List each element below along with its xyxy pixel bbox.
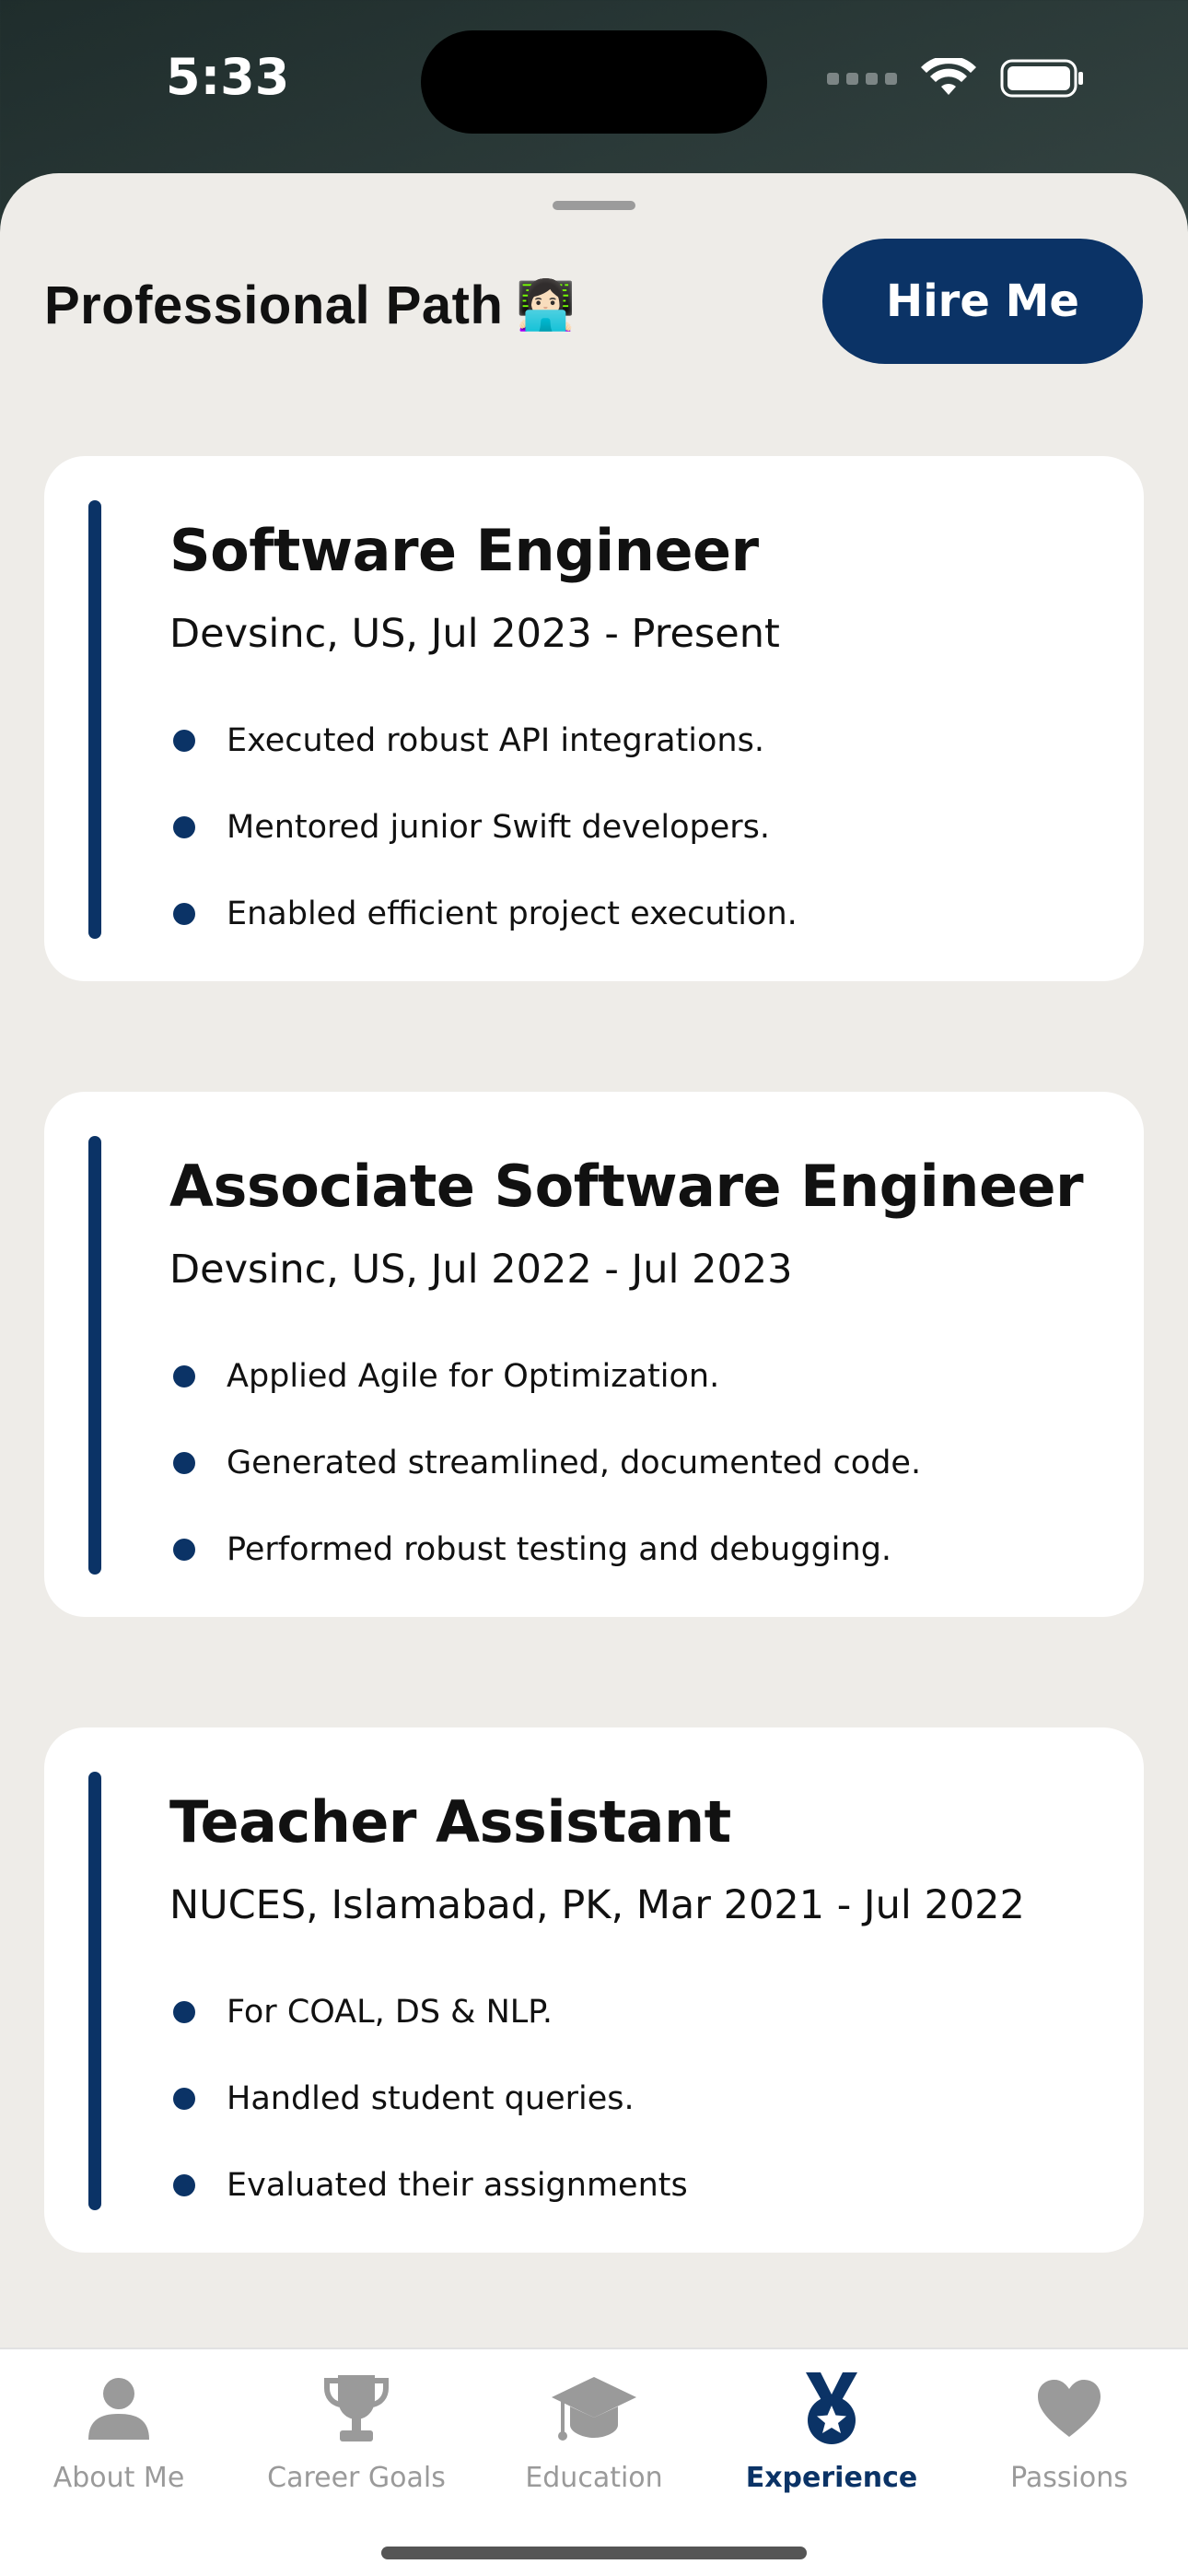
- experience-points: Executed robust API integrations. Mentor…: [169, 697, 798, 957]
- experience-points: Applied Agile for Optimization. Generate…: [169, 1333, 921, 1593]
- list-item-text: Evaluated their assignments: [227, 2167, 688, 2204]
- trophy-icon: [323, 2368, 390, 2449]
- list-item: Executed robust API integrations.: [169, 697, 798, 784]
- status-bar: 5:33: [0, 0, 1188, 166]
- card-accent-bar: [88, 1772, 101, 2210]
- list-item-text: Performed robust testing and debugging.: [227, 1531, 892, 1568]
- tab-label: Experience: [745, 2462, 918, 2494]
- heart-icon: [1036, 2368, 1102, 2449]
- home-indicator[interactable]: [381, 2547, 807, 2559]
- tab-experience[interactable]: Experience: [713, 2368, 950, 2506]
- cellular-signal-icon: [827, 72, 897, 85]
- bullet-icon: [173, 2001, 195, 2023]
- sheet-grabber[interactable]: [553, 201, 635, 210]
- experience-sheet: Professional Path 👩🏻‍💻 Hire Me Software …: [0, 173, 1188, 2576]
- experience-meta: Devsinc, US, Jul 2023 - Present: [169, 611, 780, 657]
- wifi-icon: [921, 58, 976, 95]
- list-item: Mentored junior Swift developers.: [169, 784, 798, 871]
- list-item-text: Enabled efficient project execution.: [227, 896, 798, 932]
- tab-education[interactable]: Education: [475, 2368, 713, 2506]
- list-item-text: Generated streamlined, documented code.: [227, 1445, 922, 1481]
- graduation-cap-icon: [550, 2368, 638, 2449]
- experience-card: Associate Software Engineer Devsinc, US,…: [44, 1092, 1144, 1617]
- tab-label: About Me: [52, 2462, 185, 2494]
- tab-label: Career Goals: [267, 2462, 446, 2494]
- list-item-text: Mentored junior Swift developers.: [227, 809, 771, 846]
- tab-career-goals[interactable]: Career Goals: [238, 2368, 475, 2506]
- experience-meta: Devsinc, US, Jul 2022 - Jul 2023: [169, 1247, 793, 1293]
- list-item-text: Applied Agile for Optimization.: [227, 1358, 720, 1395]
- bullet-icon: [173, 816, 195, 838]
- card-accent-bar: [88, 1136, 101, 1575]
- tab-about-me[interactable]: About Me: [0, 2368, 238, 2506]
- tab-label: Passions: [1010, 2462, 1128, 2494]
- experience-role: Associate Software Engineer: [169, 1153, 1084, 1220]
- bullet-icon: [173, 903, 195, 925]
- tab-passions[interactable]: Passions: [950, 2368, 1188, 2506]
- experience-card: Teacher Assistant NUCES, Islamabad, PK, …: [44, 1727, 1144, 2253]
- tab-bar: About Me Career Goals Education Experien…: [0, 2348, 1188, 2576]
- card-accent-bar: [88, 500, 101, 939]
- technologist-emoji-icon: 👩🏻‍💻: [516, 279, 577, 333]
- hire-me-button[interactable]: Hire Me: [822, 239, 1143, 364]
- list-item: For COAL, DS & NLP.: [169, 1969, 688, 2055]
- tab-label: Education: [525, 2462, 663, 2494]
- status-icons: [827, 55, 1085, 101]
- list-item: Handled student queries.: [169, 2055, 688, 2142]
- experience-card: Software Engineer Devsinc, US, Jul 2023 …: [44, 456, 1144, 981]
- bullet-icon: [173, 2174, 195, 2196]
- list-item: Performed robust testing and debugging.: [169, 1506, 921, 1593]
- page-title: Professional Path 👩🏻‍💻: [44, 275, 577, 336]
- battery-icon: [1000, 59, 1083, 98]
- experience-points: For COAL, DS & NLP. Handled student quer…: [169, 1969, 688, 2229]
- list-item: Enabled efficient project execution.: [169, 871, 798, 957]
- list-item: Applied Agile for Optimization.: [169, 1333, 921, 1420]
- bullet-icon: [173, 2088, 195, 2110]
- bullet-icon: [173, 1365, 195, 1388]
- list-item-text: Handled student queries.: [227, 2080, 635, 2117]
- experience-role: Software Engineer: [169, 517, 759, 584]
- list-item: Generated streamlined, documented code.: [169, 1420, 921, 1506]
- experience-role: Teacher Assistant: [169, 1788, 731, 1856]
- bullet-icon: [173, 730, 195, 752]
- list-item: Evaluated their assignments: [169, 2142, 688, 2229]
- dynamic-island: [421, 30, 767, 134]
- list-item-text: For COAL, DS & NLP.: [227, 1994, 553, 2031]
- bullet-icon: [173, 1539, 195, 1561]
- bullet-icon: [173, 1452, 195, 1474]
- page-title-text: Professional Path: [44, 275, 504, 335]
- experience-meta: NUCES, Islamabad, PK, Mar 2021 - Jul 202…: [169, 1882, 1025, 1928]
- medal-icon: [798, 2368, 865, 2449]
- person-icon: [87, 2368, 151, 2449]
- status-time: 5:33: [166, 48, 290, 106]
- list-item-text: Executed robust API integrations.: [227, 722, 764, 759]
